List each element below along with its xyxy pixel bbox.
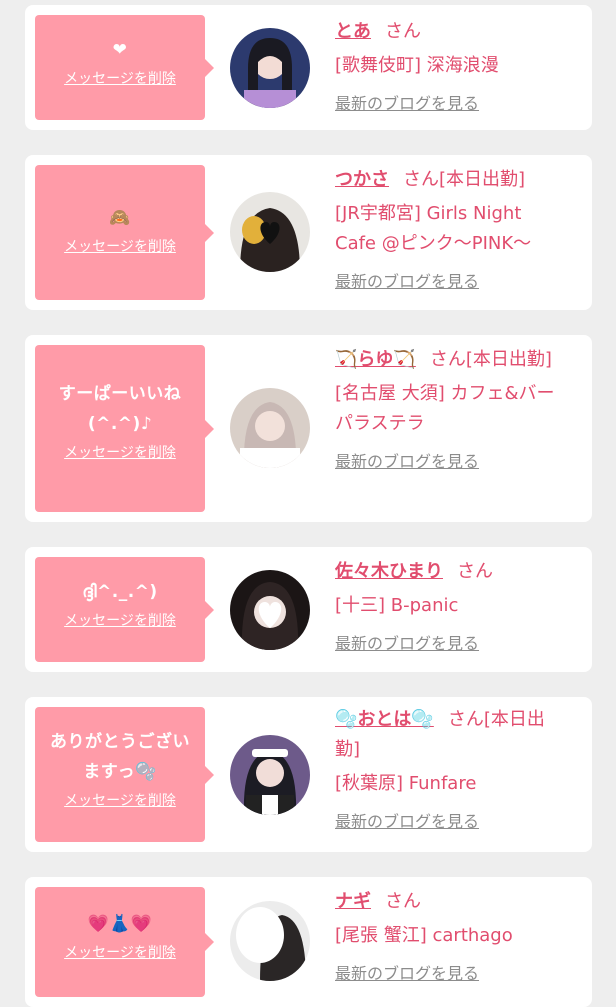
message-card: 🙈 メッセージを削除 つかさ さん[本日出勤] [JR宇都宮] Girls Nig… [25,155,592,310]
message-card: 💗👗💗 メッセージを削除 ナギ さん [尾張 蟹江] carthago 最新のブロ… [25,877,592,1007]
avatar[interactable] [230,388,310,468]
shop-name: [十三] B-panic [335,595,459,616]
girl-name-link[interactable]: とあ [335,21,371,42]
name-suffix: さん[本日出勤] [403,169,526,190]
avatar[interactable] [230,192,310,272]
message-card: ദ്ദി^._.^) メッセージを削除 佐々木ひまり さん [十三] B-pani… [25,547,592,672]
message-text: ❤ [112,40,128,60]
avatar[interactable] [230,570,310,650]
latest-blog-link[interactable]: 最新のブログを見る [335,963,479,985]
girl-name-link[interactable]: つかさ [335,169,389,190]
name-suffix: さん[本日出勤] [429,349,552,370]
message-bubble: ദ്ദി^._.^) メッセージを削除 [35,557,214,662]
girl-info: 🫧おとは🫧 さん[本日出勤] [秋葉原] Funfare 最新のブログを見る [335,705,565,833]
girl-info: 佐々木ひまり さん [十三] B-panic 最新のブログを見る [335,557,565,655]
message-bubble: ありがとうございますっ🫧 メッセージを削除 [35,707,214,842]
message-card: すーぱーいいね(^.^)♪ メッセージを削除 🏹らゆ🏹 さん[本日出勤] [名古屋… [25,335,592,522]
girl-name-link[interactable]: 佐々木ひまり [335,561,443,582]
message-card: ❤ メッセージを削除 とあ さん [歌舞伎町] 深海浪漫 最新のブログを見る [25,5,592,130]
message-text: ദ്ദി^._.^) [82,582,158,602]
latest-blog-link[interactable]: 最新のブログを見る [335,633,479,655]
latest-blog-link[interactable]: 最新のブログを見る [335,451,479,473]
delete-message-link[interactable]: メッセージを削除 [64,943,176,963]
shop-name: [秋葉原] Funfare [335,773,477,794]
latest-blog-link[interactable]: 最新のブログを見る [335,811,479,833]
name-suffix: さん [385,891,421,912]
shop-name: [尾張 蟹江] carthago [335,925,513,946]
message-bubble: すーぱーいいね(^.^)♪ メッセージを削除 [35,345,214,512]
girl-info: とあ さん [歌舞伎町] 深海浪漫 最新のブログを見る [335,17,565,115]
avatar[interactable] [230,735,310,815]
delete-message-link[interactable]: メッセージを削除 [64,611,176,631]
name-suffix: さん [385,21,421,42]
girl-name-link[interactable]: 🫧おとは🫧 [335,709,434,730]
message-bubble: ❤ メッセージを削除 [35,15,214,120]
girl-info: つかさ さん[本日出勤] [JR宇都宮] Girls Night Cafe @ピン… [335,165,565,293]
avatar[interactable] [230,901,310,981]
delete-message-link[interactable]: メッセージを削除 [64,237,176,257]
message-text: ありがとうございますっ🫧 [50,732,190,782]
shop-name: [JR宇都宮] Girls Night Cafe @ピンク〜PINK〜 [335,203,532,254]
name-suffix: さん [457,561,493,582]
delete-message-link[interactable]: メッセージを削除 [64,69,176,89]
delete-message-link[interactable]: メッセージを削除 [64,443,176,463]
delete-message-link[interactable]: メッセージを削除 [64,791,176,811]
girl-name-link[interactable]: ナギ [335,891,371,912]
avatar[interactable] [230,28,310,108]
message-text: 🙈 [109,208,131,228]
shop-name: [歌舞伎町] 深海浪漫 [335,55,499,76]
latest-blog-link[interactable]: 最新のブログを見る [335,93,479,115]
message-card: ありがとうございますっ🫧 メッセージを削除 🫧おとは🫧 さん[本日出勤] [秋葉原… [25,697,592,852]
message-bubble: 🙈 メッセージを削除 [35,165,214,300]
message-text: すーぱーいいね(^.^)♪ [58,384,182,434]
girl-info: 🏹らゆ🏹 さん[本日出勤] [名古屋 大須] カフェ&バー パラステラ 最新のブロ… [335,345,565,473]
girl-name-link[interactable]: 🏹らゆ🏹 [335,349,416,370]
latest-blog-link[interactable]: 最新のブログを見る [335,271,479,293]
message-bubble: 💗👗💗 メッセージを削除 [35,887,214,997]
message-text: 💗👗💗 [87,914,153,934]
girl-info: ナギ さん [尾張 蟹江] carthago 最新のブログを見る [335,887,565,985]
shop-name: [名古屋 大須] カフェ&バー パラステラ [335,383,555,434]
